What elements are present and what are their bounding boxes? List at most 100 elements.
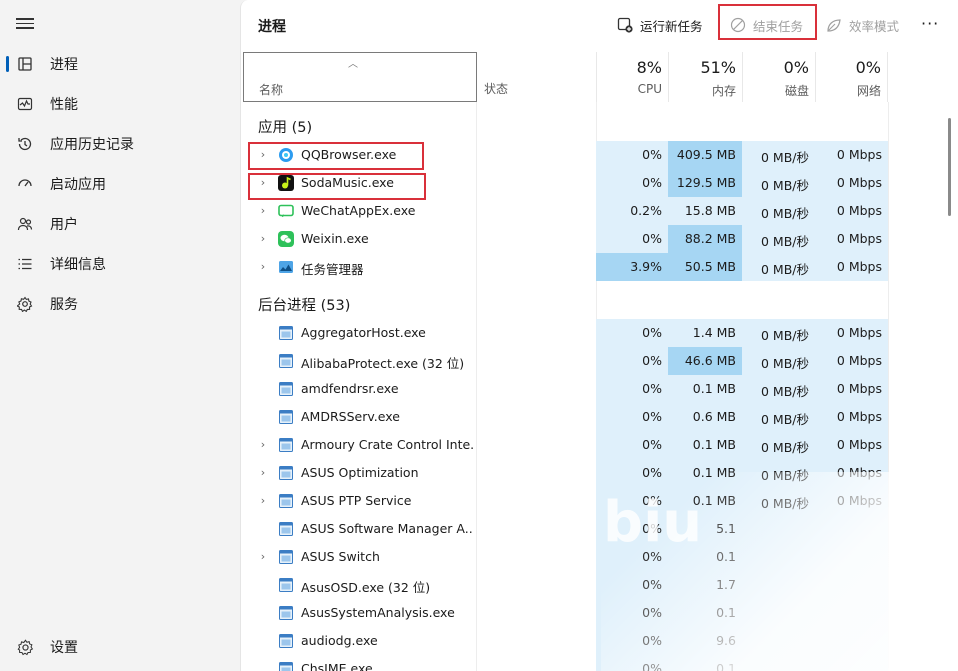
- net-value: 0 Mbps: [836, 437, 882, 452]
- disk-value: 0 MB/秒: [761, 356, 809, 371]
- weixin-icon: [278, 231, 294, 247]
- sidebar-item-settings[interactable]: 设置: [6, 629, 234, 665]
- process-icon: [278, 577, 294, 593]
- sidebar-item-2[interactable]: 应用历史记录: [6, 126, 234, 162]
- sidebar-item-0[interactable]: 进程: [6, 46, 234, 82]
- column-header-cpu[interactable]: 8% CPU: [596, 52, 668, 102]
- process-row[interactable]: amdfendrsr.exe 0% 0.1 MB 0 MB/秒 0 Mbps: [241, 375, 958, 403]
- disk-cell-bg: [742, 543, 815, 571]
- column-header-name[interactable]: ︿ 名称: [243, 52, 477, 102]
- processes-icon: [16, 55, 34, 73]
- column-header-network[interactable]: 0% 网络: [815, 52, 888, 102]
- process-row[interactable]: › Armoury Crate Control Inte... 0% 0.1 MB 0 …: [241, 431, 958, 459]
- expand-chevron-icon[interactable]: ›: [258, 232, 268, 245]
- expand-chevron-icon[interactable]: ›: [258, 494, 268, 507]
- disk-value: 0 MB/秒: [761, 206, 809, 221]
- cpu-value: 0%: [642, 175, 662, 190]
- process-name: AMDRSServ.exe: [301, 409, 400, 424]
- column-header-disk[interactable]: 0% 磁盘: [742, 52, 815, 102]
- sidebar-item-1[interactable]: 性能: [6, 86, 234, 122]
- expand-chevron-icon[interactable]: ›: [258, 550, 268, 563]
- process-row[interactable]: › WeChatAppEx.exe 0.2% 15.8 MB 0 MB/秒 0 Mbps: [241, 197, 958, 225]
- mem-value: 0.1 MB: [692, 381, 736, 396]
- more-options-icon[interactable]: ···: [921, 14, 939, 33]
- process-name: SodaMusic.exe: [301, 175, 394, 190]
- sidebar-item-label: 启动应用: [50, 177, 106, 193]
- disk-value: 0 MB/秒: [761, 178, 809, 193]
- disk-value: 0 MB/秒: [761, 234, 809, 249]
- process-row[interactable]: › SodaMusic.exe 0% 129.5 MB 0 MB/秒 0 Mbps: [241, 169, 958, 197]
- process-icon: [278, 661, 294, 671]
- process-name: WeChatAppEx.exe: [301, 203, 416, 218]
- disk-value: 0 MB/秒: [761, 468, 809, 483]
- process-row[interactable]: › ASUS Switch 0% 0.1: [241, 543, 958, 571]
- process-icon: [278, 325, 294, 341]
- sidebar-item-6[interactable]: 服务: [6, 286, 234, 322]
- expand-chevron-icon[interactable]: ›: [258, 204, 268, 217]
- process-row[interactable]: › 任务管理器 3.9% 50.5 MB 0 MB/秒 0 Mbps: [241, 253, 958, 281]
- process-row[interactable]: › ASUS Optimization 0% 0.1 MB 0 MB/秒 0 Mbps: [241, 459, 958, 487]
- leaf-icon: [826, 17, 842, 33]
- process-name: ASUS PTP Service: [301, 493, 412, 508]
- column-label-network: 网络: [856, 84, 881, 98]
- cpu-value: 0%: [642, 231, 662, 246]
- expand-chevron-icon[interactable]: ›: [258, 148, 268, 161]
- process-row[interactable]: AMDRSServ.exe 0% 0.6 MB 0 MB/秒 0 Mbps: [241, 403, 958, 431]
- mem-value: 409.5 MB: [676, 147, 736, 162]
- column-header-memory[interactable]: 51% 内存: [668, 52, 742, 102]
- net-value: 0 Mbps: [836, 381, 882, 396]
- sidebar: 进程性能应用历史记录 启动应用用户详细信息服务 设置: [0, 0, 240, 671]
- process-icon: [278, 605, 294, 621]
- sidebar-item-5[interactable]: 详细信息: [6, 246, 234, 282]
- net-value: 0 Mbps: [836, 409, 882, 424]
- sidebar-item-3[interactable]: 启动应用: [6, 166, 234, 202]
- cpu-value: 0%: [642, 409, 662, 424]
- disk-value: 0 MB/秒: [761, 150, 809, 165]
- sort-ascending-icon: ︿: [348, 59, 358, 70]
- sidebar-item-label: 详细信息: [50, 257, 106, 273]
- process-row[interactable]: AlibabaProtect.exe (32 位) 0% 46.6 MB 0 MB/秒…: [241, 347, 958, 375]
- column-header-status[interactable]: 状态: [484, 80, 508, 97]
- mem-value: 15.8 MB: [684, 203, 736, 218]
- disk-cell-bg: [742, 627, 815, 655]
- process-row[interactable]: ASUS Software Manager A... 0% 5.1: [241, 515, 958, 543]
- run-new-task-button[interactable]: 运行新任务: [617, 14, 703, 36]
- net-value: 0 Mbps: [836, 493, 882, 508]
- expand-chevron-icon[interactable]: ›: [258, 260, 268, 273]
- mem-value: 0.1: [716, 549, 736, 564]
- mem-value: 50.5 MB: [684, 259, 736, 274]
- process-name: Weixin.exe: [301, 231, 369, 246]
- expand-chevron-icon[interactable]: ›: [258, 438, 268, 451]
- process-row[interactable]: › QQBrowser.exe 0% 409.5 MB 0 MB/秒 0 Mbps: [241, 141, 958, 169]
- page-title: 进程: [258, 19, 286, 35]
- process-row[interactable]: AggregatorHost.exe 0% 1.4 MB 0 MB/秒 0 Mbps: [241, 319, 958, 347]
- process-row[interactable]: › ASUS PTP Service 0% 0.1 MB 0 MB/秒 0 Mbps: [241, 487, 958, 515]
- cpu-value: 0%: [642, 147, 662, 162]
- process-row[interactable]: ChsIME.exe 0% 0.1: [241, 655, 958, 671]
- end-task-button[interactable]: 结束任务: [730, 14, 803, 36]
- sodamusic-icon: [278, 175, 294, 191]
- process-row[interactable]: audiodg.exe 0% 9.6: [241, 627, 958, 655]
- expand-chevron-icon[interactable]: ›: [258, 466, 268, 479]
- efficiency-mode-button[interactable]: 效率模式: [826, 14, 899, 36]
- mem-value: 9.6: [716, 633, 736, 648]
- cpu-value: 0%: [642, 325, 662, 340]
- sidebar-item-label: 应用历史记录: [50, 137, 134, 153]
- expand-chevron-icon[interactable]: ›: [258, 176, 268, 189]
- mem-value: 5.1: [716, 521, 736, 536]
- mem-value: 0.6 MB: [692, 409, 736, 424]
- process-row[interactable]: AsusOSD.exe (32 位) 0% 1.7: [241, 571, 958, 599]
- scrollbar[interactable]: [948, 118, 951, 216]
- hamburger-menu-icon[interactable]: [16, 15, 34, 31]
- process-name: AlibabaProtect.exe (32 位): [301, 356, 465, 371]
- process-name: 任务管理器: [301, 262, 364, 277]
- sidebar-item-4[interactable]: 用户: [6, 206, 234, 242]
- process-icon: [278, 409, 294, 425]
- disk-value: 0 MB/秒: [761, 496, 809, 511]
- net-value: 0 Mbps: [836, 147, 882, 162]
- process-row[interactable]: AsusSystemAnalysis.exe 0% 0.1: [241, 599, 958, 627]
- process-row[interactable]: › Weixin.exe 0% 88.2 MB 0 MB/秒 0 Mbps: [241, 225, 958, 253]
- cpu-value: 0%: [642, 577, 662, 592]
- process-icon: [278, 633, 294, 649]
- sidebar-item-label: 性能: [50, 97, 78, 113]
